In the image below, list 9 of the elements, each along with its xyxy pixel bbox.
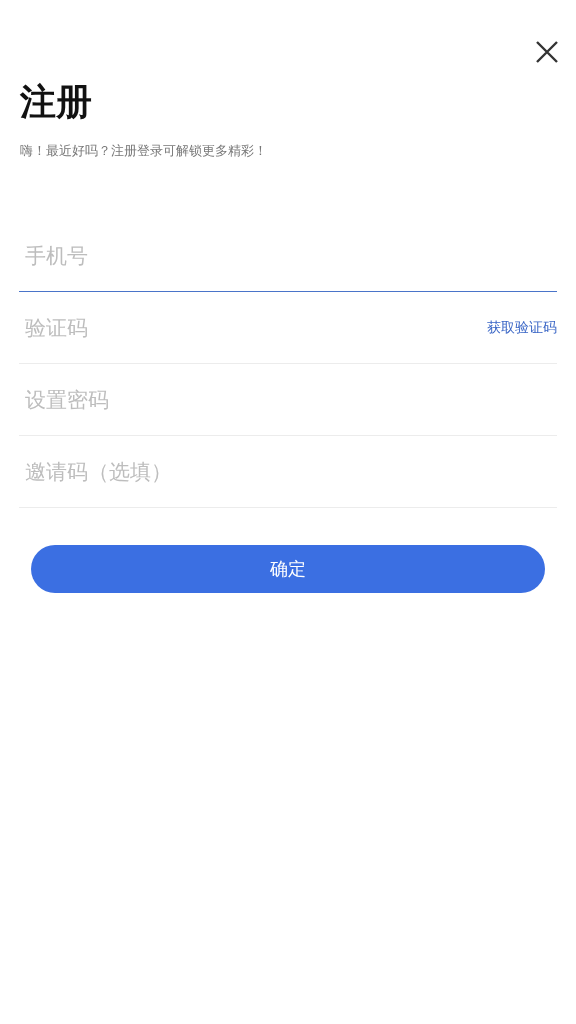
subtitle: 嗨！最近好吗？注册登录可解锁更多精彩！ [20, 142, 268, 160]
page-title: 注册 [20, 80, 93, 124]
input-field[interactable]: 手机号 [19, 235, 557, 276]
input-field[interactable]: 邀请码（选填） [19, 451, 557, 492]
confirm-button[interactable]: 确定 [31, 545, 545, 593]
close-icon[interactable] [535, 40, 559, 64]
input-field[interactable]: 验证码 [19, 307, 487, 348]
input-field[interactable]: 设置密码 [19, 379, 557, 420]
get-code-link[interactable]: 获取验证码 [487, 318, 557, 337]
